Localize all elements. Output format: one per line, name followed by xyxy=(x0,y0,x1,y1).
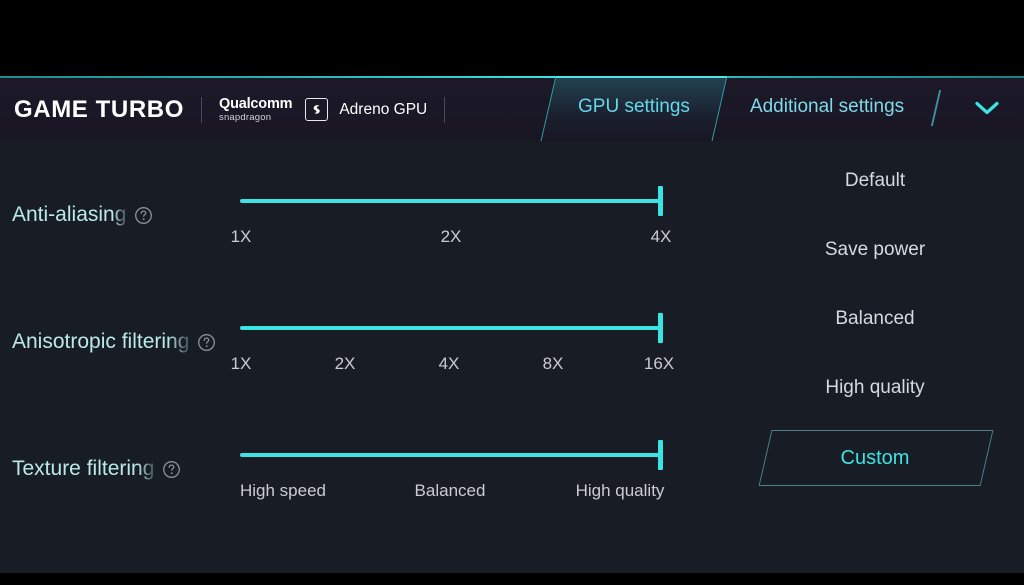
chevron-down-icon[interactable] xyxy=(972,97,1002,122)
slider-thumb[interactable] xyxy=(658,440,663,470)
setting-label-texture-filtering: Texture filtering xyxy=(12,457,155,480)
tick-label: 4X xyxy=(650,227,672,246)
tab-additional-settings[interactable]: Additional settings xyxy=(720,76,941,141)
page-title: GAME TURBO xyxy=(14,95,184,123)
preset-default[interactable]: Default xyxy=(760,170,990,192)
preset-high-quality[interactable]: High quality xyxy=(760,377,990,399)
tick-label: 4X xyxy=(438,354,460,373)
letterbox-top xyxy=(0,0,1024,76)
slider-track xyxy=(240,199,660,203)
slider-track xyxy=(240,453,660,457)
setting-label-group: Anti-aliasing xyxy=(12,203,153,227)
tick-label: 1X xyxy=(230,354,252,373)
tick-label: High quality xyxy=(575,481,665,500)
preset-save-power[interactable]: Save power xyxy=(760,239,990,261)
setting-label-anti-aliasing: Anti-aliasing xyxy=(12,203,127,226)
divider xyxy=(201,96,202,123)
tab-bar: GPU settings Additional settings xyxy=(548,76,941,141)
slider-tick-labels: 1X 2X 4X 8X 16X xyxy=(231,354,675,378)
tab-gpu-settings-label: GPU settings xyxy=(578,96,690,117)
game-turbo-overlay: GAME TURBO Qualcomm snapdragon Adreno GP… xyxy=(0,0,1024,585)
preset-custom-label: Custom xyxy=(840,447,910,469)
slider-thumb[interactable] xyxy=(658,186,663,216)
help-circle-icon[interactable] xyxy=(134,206,153,225)
tab-separator xyxy=(930,90,941,126)
setting-label-anisotropic-filtering: Anisotropic filtering xyxy=(12,330,190,353)
tab-gpu-settings[interactable]: GPU settings xyxy=(548,76,720,141)
tick-label: Balanced xyxy=(414,481,486,500)
tick-label: 16X xyxy=(643,354,675,373)
divider xyxy=(444,96,446,123)
tab-additional-settings-label: Additional settings xyxy=(749,96,905,117)
snapdragon-wordmark: snapdragon xyxy=(219,112,272,123)
header-bar: GAME TURBO Qualcomm snapdragon Adreno GP… xyxy=(0,76,1024,141)
help-circle-icon[interactable] xyxy=(197,333,216,352)
preset-balanced[interactable]: Balanced xyxy=(760,308,990,330)
qualcomm-wordmark: Qualcomm xyxy=(219,95,293,112)
snapdragon-s-icon xyxy=(305,98,329,121)
preset-list: Default Save power Balanced High quality… xyxy=(758,141,994,573)
settings-panel: Anti-aliasing 1X 2X 4X Anisotropic filte… xyxy=(0,141,1024,573)
gpu-label: Adreno GPU xyxy=(339,100,428,118)
slider-tick-labels: 1X 2X 4X xyxy=(231,227,672,251)
slider-thumb[interactable] xyxy=(658,313,663,343)
brand-row: GAME TURBO Qualcomm snapdragon Adreno GP… xyxy=(14,78,462,141)
tick-label: High speed xyxy=(239,481,327,500)
tick-label: 2X xyxy=(440,227,462,246)
help-circle-icon[interactable] xyxy=(162,460,181,479)
setting-label-group: Texture filtering xyxy=(12,457,181,481)
qualcomm-logo: Qualcomm snapdragon xyxy=(219,95,293,123)
tick-label: 8X xyxy=(542,354,564,373)
slider-track xyxy=(240,326,660,330)
slider-tick-labels: High speed Balanced High quality xyxy=(239,481,664,505)
tick-label: 1X xyxy=(230,227,252,246)
tick-label: 2X xyxy=(334,354,356,373)
letterbox-bottom xyxy=(0,573,1024,585)
setting-label-group: Anisotropic filtering xyxy=(12,330,216,354)
